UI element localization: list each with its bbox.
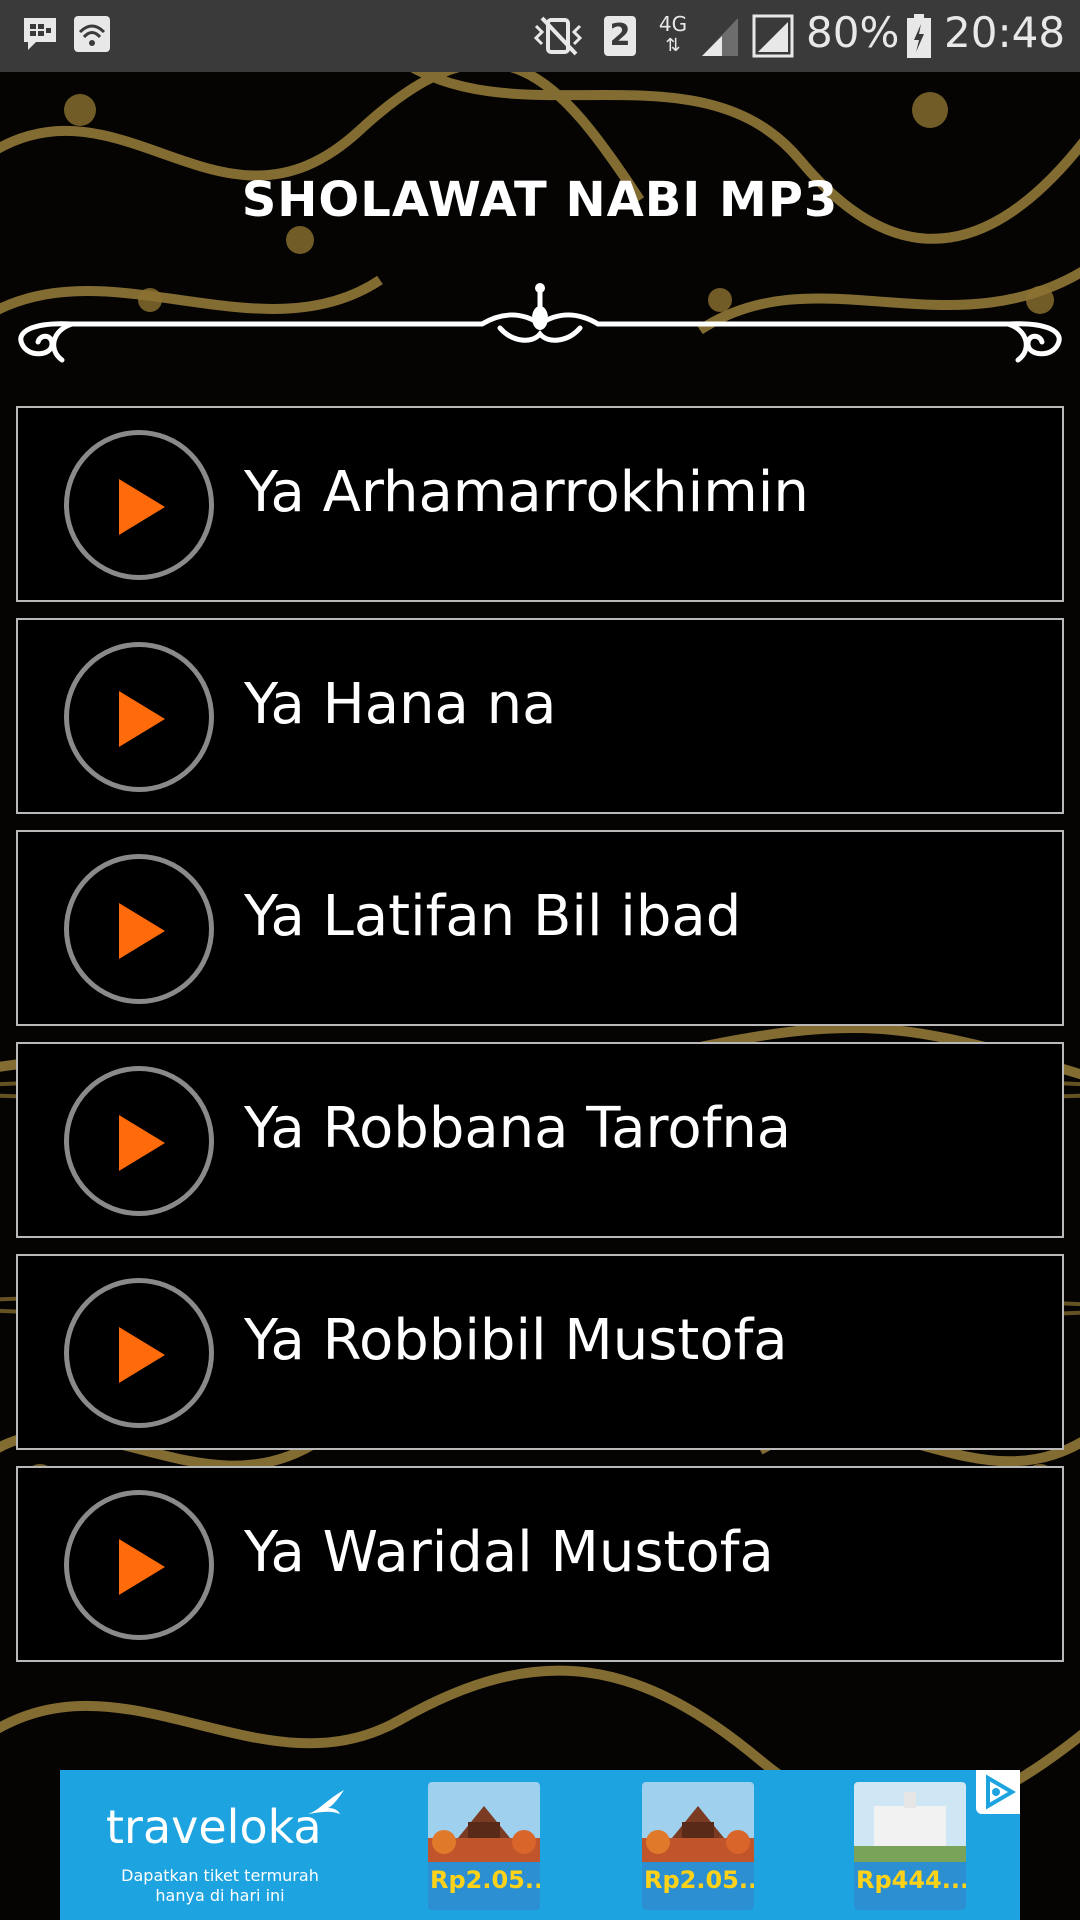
4g-icon: 4G ⇅ [658, 12, 688, 56]
play-icon [119, 1115, 165, 1171]
play-icon [119, 479, 165, 535]
ornamental-divider [18, 283, 1062, 363]
song-list-item[interactable]: Ya Waridal Mustofa [16, 1466, 1064, 1662]
play-button[interactable] [64, 1066, 214, 1216]
song-title: Ya Arhamarrokhimin [244, 460, 809, 525]
play-button[interactable] [64, 854, 214, 1004]
ad-brand-logo: traveloka [106, 1800, 322, 1854]
bbm-icon [24, 18, 56, 50]
ad-offer-card[interactable]: Rp2.05... [642, 1782, 754, 1910]
ad-choices-button[interactable] [976, 1770, 1020, 1814]
play-button[interactable] [64, 1490, 214, 1640]
ad-tagline: Dapatkan tiket termurah hanya di hari in… [121, 1866, 319, 1905]
ad-offer-card[interactable]: Rp2.05... [428, 1782, 540, 1910]
ad-offer-price: Rp444.... [856, 1866, 966, 1894]
ad-choices-icon [986, 1774, 1016, 1810]
song-list-item[interactable]: Ya Robbana Tarofna [16, 1042, 1064, 1238]
song-list-item[interactable]: Ya Latifan Bil ibad [16, 830, 1064, 1026]
vibrate-icon [533, 16, 583, 56]
song-list-item[interactable]: Ya Robbibil Mustofa [16, 1254, 1064, 1450]
wifi-icon [74, 16, 110, 52]
song-list[interactable]: Ya Arhamarrokhimin Ya Hana na Ya Latifan… [0, 402, 1080, 1732]
sim-2-icon: 2 [604, 16, 636, 56]
bird-icon [308, 1790, 344, 1814]
song-list-item[interactable]: Ya Hana na [16, 618, 1064, 814]
song-title: Ya Hana na [244, 672, 557, 737]
song-title: Ya Robbana Tarofna [244, 1096, 792, 1161]
destination-thumbnail [642, 1782, 754, 1862]
play-icon [119, 903, 165, 959]
destination-thumbnail [854, 1782, 966, 1862]
destination-thumbnail [428, 1782, 540, 1862]
ad-banner[interactable]: traveloka Dapatkan tiket termurah hanya … [60, 1770, 1020, 1920]
ad-offer-price: Rp2.05... [430, 1866, 540, 1894]
network-type-label: 4G [658, 12, 688, 36]
clock: 20:48 [944, 8, 1066, 57]
status-bar: 2 4G ⇅ 80% 20:48 [0, 0, 1080, 72]
song-title: Ya Latifan Bil ibad [244, 884, 742, 949]
signal-icon [752, 14, 794, 58]
play-button[interactable] [64, 430, 214, 580]
play-icon [119, 1327, 165, 1383]
play-button[interactable] [64, 1278, 214, 1428]
song-title: Ya Waridal Mustofa [244, 1520, 774, 1585]
signal-icon [702, 18, 738, 56]
battery-percentage: 80% [806, 8, 900, 57]
play-button[interactable] [64, 642, 214, 792]
battery-charging-icon [907, 14, 931, 58]
song-list-item[interactable]: Ya Arhamarrokhimin [16, 406, 1064, 602]
ad-offer-price: Rp2.05... [644, 1866, 754, 1894]
play-icon [119, 1539, 165, 1595]
song-title: Ya Robbibil Mustofa [244, 1308, 788, 1373]
ad-offer-card[interactable]: Rp444.... [854, 1782, 966, 1910]
page-title: SHOLAWAT NABI MP3 [241, 172, 839, 228]
play-icon [119, 691, 165, 747]
app-header: SHOLAWAT NABI MP3 [0, 72, 1080, 402]
